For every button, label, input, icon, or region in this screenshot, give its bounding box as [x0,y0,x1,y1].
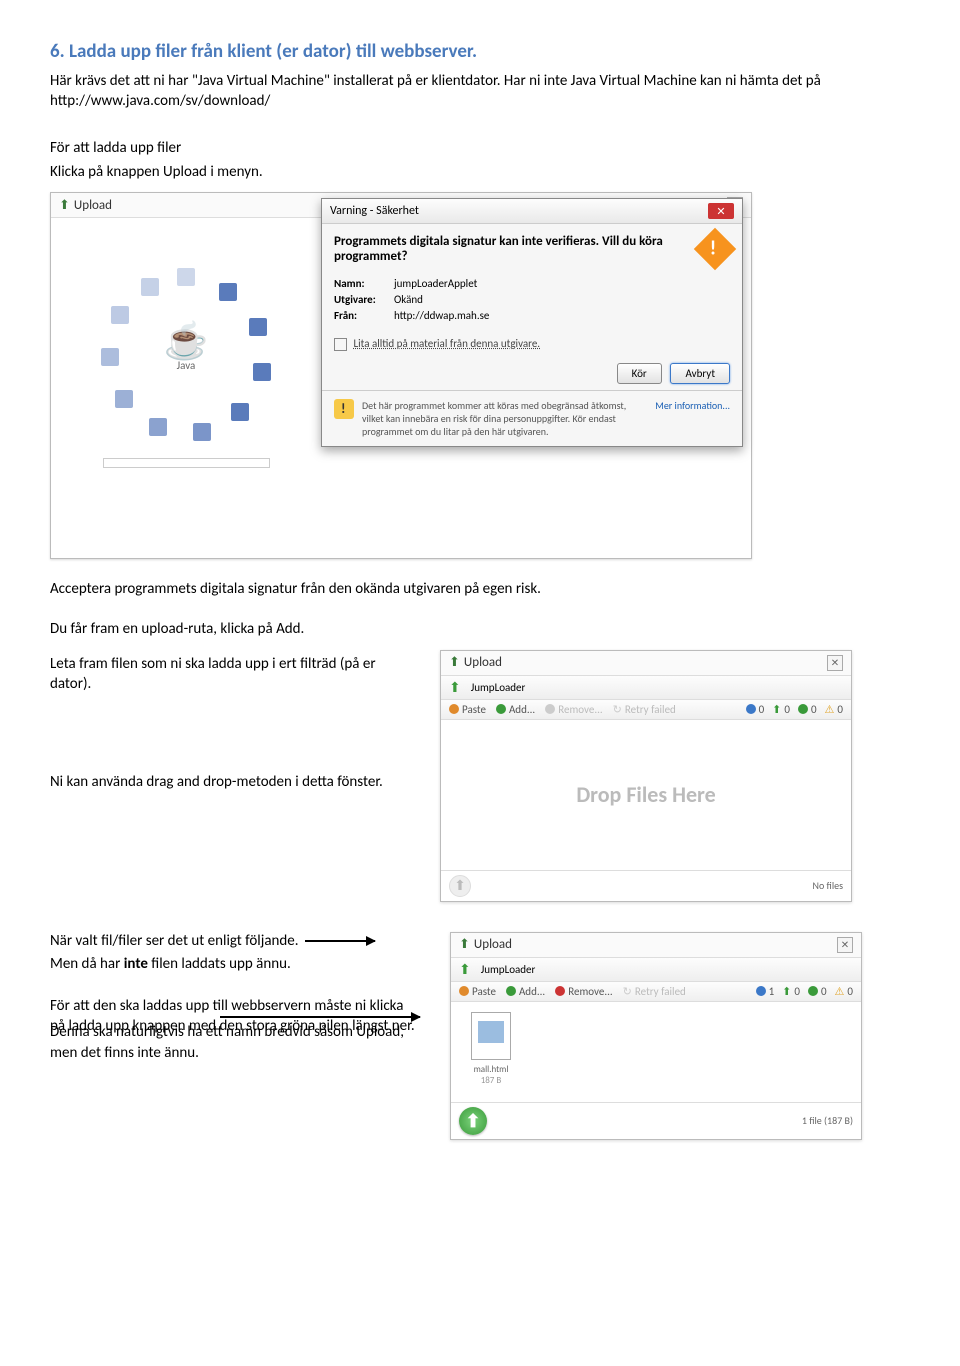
remove-button[interactable]: Remove... [555,985,612,998]
arrow-to-file [305,940,375,942]
jumploader-window-empty: ⬆ Upload ✕ ⬆ JumpLoader Paste Add... Rem… [440,650,852,902]
intro-paragraph-2: För att ladda upp filer [50,138,910,158]
when-selected-paragraph: När valt fil/filer ser det ut enligt föl… [50,932,299,950]
status-warn: ⚠0 [835,985,853,998]
remove-icon [545,704,555,714]
progress-bar [103,458,270,468]
retry-icon: ↻ [613,703,622,716]
arrow-to-green-button [220,1016,420,1018]
file-item[interactable]: mall.html 187 B [461,1012,521,1092]
retry-button[interactable]: ↻Retry failed [613,703,676,716]
upload-start-button[interactable]: ⬆ [459,1107,487,1135]
publisher-value: Okänd [394,293,423,306]
jumploader-window-with-file: ⬆ Upload ✕ ⬆ JumpLoader Paste Add... Rem… [450,932,862,1140]
add-paragraph: Du får fram en upload-ruta, klicka på Ad… [50,619,910,639]
upload-naming-paragraph: Denna ska naturligtvis ha ett namn bredv… [50,1022,420,1063]
security-warning-dialog: Varning - Säkerhet ✕ Programmets digital… [321,198,743,447]
add-button[interactable]: Add... [496,703,535,716]
file-area[interactable]: mall.html 187 B [451,1002,861,1102]
upload-icon: ⬆ [449,655,460,670]
from-value: http://ddwap.mah.se [394,309,489,322]
intro-paragraph-3: Klicka på knappen Upload i menyn. [50,162,910,182]
remove-icon [555,986,565,996]
warning-small-icon [334,399,354,419]
file-size: 187 B [461,1075,521,1086]
status-text: No files [813,879,843,892]
upload-title: Upload [464,655,502,670]
security-headline: Programmets digitala signatur kan inte v… [334,234,690,264]
upload-dialog: ⬆ Upload ✕ ☕ Java Varning - Säkerh [50,192,752,559]
name-label: Namn: [334,277,394,290]
upload-icon: ⬆ [459,937,470,952]
status-text: 1 file (187 B) [802,1114,853,1127]
jumploader-arrow-icon: ⬆ [459,961,471,978]
add-icon [506,986,516,996]
cancel-button[interactable]: Avbryt [670,363,730,384]
always-trust-checkbox-row[interactable]: Lita alltid på material från denna utgiv… [334,337,730,351]
security-close-button[interactable]: ✕ [708,203,734,219]
jumploader-name: JumpLoader [471,681,526,694]
status-pending: 0 [746,703,765,716]
status-up: ⬆0 [782,985,800,998]
more-info-link[interactable]: Mer information... [655,399,730,412]
paste-button[interactable]: Paste [459,985,496,998]
upload-start-button-disabled: ⬆ [449,875,471,897]
from-label: Från: [334,309,394,322]
jumploader-arrow-icon: ⬆ [449,679,461,696]
upload-icon: ⬆ [59,198,70,213]
status-pending: 1 [756,985,775,998]
upload-title: Upload [474,937,512,952]
remove-button[interactable]: Remove... [545,703,602,716]
status-ok: 0 [808,985,827,998]
java-logo-caption: Java [151,359,221,372]
add-button[interactable]: Add... [506,985,545,998]
retry-button[interactable]: ↻Retry failed [623,985,686,998]
retry-icon: ↻ [623,985,632,998]
checkbox-icon[interactable] [334,338,347,351]
close-icon[interactable]: ✕ [827,655,843,671]
java-logo: ☕ Java [151,323,221,372]
warning-icon [694,228,736,270]
file-name: mall.html [461,1064,521,1075]
intro-paragraph-1: Här krävs det att ni har "Java Virtual M… [50,71,910,112]
jumploader-name: JumpLoader [481,963,536,976]
drag-drop-paragraph: Ni kan använda drag and drop-metoden i d… [50,772,410,792]
paste-icon [459,986,469,996]
run-button[interactable]: Kör [617,363,662,384]
drop-area[interactable]: Drop Files Here [441,720,851,870]
paste-icon [449,704,459,714]
close-icon[interactable]: ✕ [837,937,853,953]
add-icon [496,704,506,714]
always-trust-label: Lita alltid på material från denna utgiv… [354,337,541,350]
paste-button[interactable]: Paste [449,703,486,716]
security-dialog-title: Varning - Säkerhet [330,204,419,218]
publisher-label: Utgivare: [334,293,394,306]
java-cup-icon: ☕ [151,323,221,359]
section-heading: 6. Ladda upp filer från klient (er dator… [50,40,910,63]
accept-paragraph: Acceptera programmets digitala signatur … [50,579,910,599]
security-footnote: Det här programmet kommer att köras med … [362,399,647,438]
find-file-paragraph: Leta fram filen som ni ska ladda upp i e… [50,654,410,695]
name-value: jumpLoaderApplet [394,277,477,290]
status-ok: 0 [798,703,817,716]
status-up: ⬆0 [772,703,790,716]
upload-dialog-title: Upload [74,198,112,213]
file-thumbnail-icon [471,1012,511,1060]
status-warn: ⚠0 [825,703,843,716]
not-uploaded-paragraph: Men då har inte filen laddats upp ännu. [50,954,420,974]
